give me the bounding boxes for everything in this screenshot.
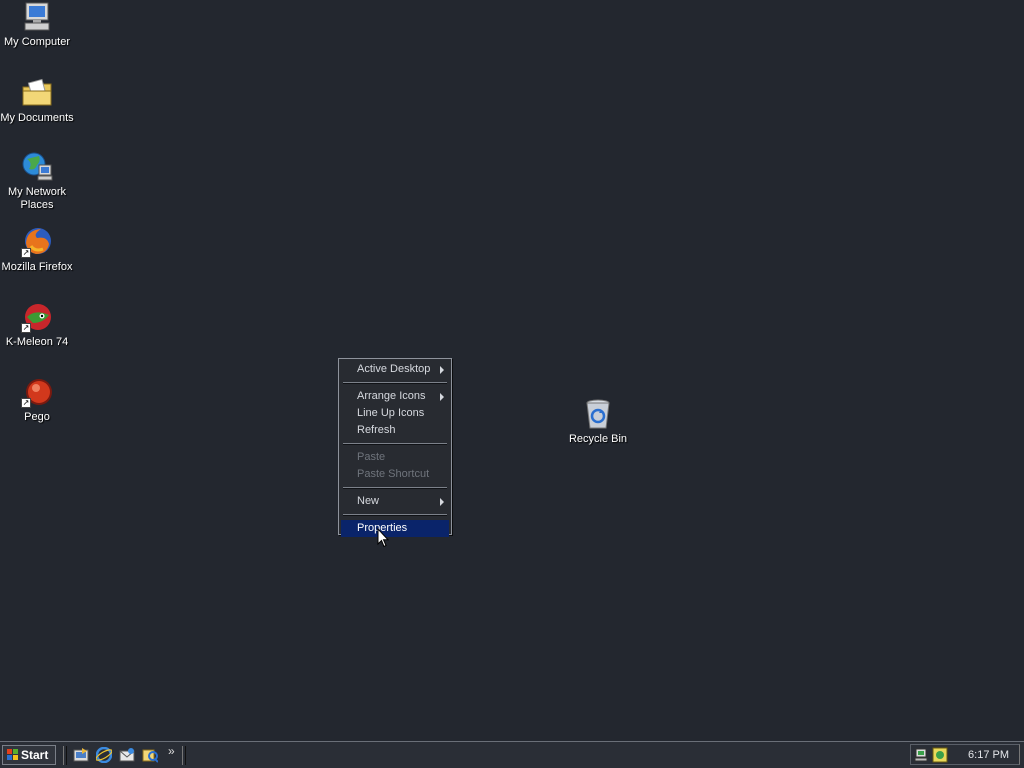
network-tray-icon[interactable] <box>914 747 930 763</box>
menu-item-label: Refresh <box>357 424 396 436</box>
menu-item-paste-shortcut: Paste Shortcut <box>341 466 449 483</box>
taskbar-grip[interactable] <box>182 746 186 765</box>
menu-item-new[interactable]: New <box>341 493 449 510</box>
desktop-icon-my-documents[interactable]: My Documents <box>0 77 74 125</box>
submenu-arrow-icon <box>440 393 444 401</box>
show-desktop-icon[interactable] <box>73 747 89 763</box>
shortcut-arrow-icon: ↗ <box>21 398 31 408</box>
media-icon[interactable] <box>142 747 159 763</box>
menu-separator <box>343 382 447 384</box>
menu-item-label: Paste <box>357 451 386 463</box>
my-computer-icon <box>21 1 53 33</box>
menu-item-paste: Paste <box>341 449 449 466</box>
menu-item-label: Paste Shortcut <box>357 468 430 480</box>
speaker-tray-icon[interactable] <box>932 747 948 763</box>
system-tray: 6:17 PM <box>910 744 1020 765</box>
desktop-icon-label: Mozilla Firefox <box>1 261 73 273</box>
desktop-icon-my-computer[interactable]: My Computer <box>0 1 74 49</box>
menu-item-active-desktop[interactable]: Active Desktop <box>341 361 449 378</box>
start-button[interactable]: Start <box>2 745 56 765</box>
internet-explorer-icon[interactable] <box>95 746 113 764</box>
menu-item-line-up-icons[interactable]: Line Up Icons <box>341 405 449 422</box>
pego-icon: ↗ <box>21 376 53 408</box>
submenu-arrow-icon <box>440 366 444 374</box>
desktop-icon-label: My Documents <box>0 112 74 124</box>
desktop-icon-label: My Network Places <box>7 186 67 211</box>
desktop-icon-network-places[interactable]: My Network Places <box>0 151 74 212</box>
menu-separator <box>343 487 447 489</box>
menu-separator <box>343 443 447 445</box>
menu-item-label: New <box>357 495 380 507</box>
menu-item-arrange-icons[interactable]: Arrange Icons <box>341 388 449 405</box>
desktop-context-menu: Active Desktop Arrange Icons Line Up Ico… <box>338 358 452 537</box>
mouse-cursor-icon <box>377 528 389 548</box>
desktop-icon-firefox[interactable]: ↗ Mozilla Firefox <box>0 226 74 274</box>
desktop-icon-label: K-Meleon 74 <box>5 336 69 348</box>
kmeleon-icon: ↗ <box>21 301 53 333</box>
taskbar: Start » 6:17 PM <box>0 741 1024 768</box>
shortcut-arrow-icon: ↗ <box>21 248 31 258</box>
network-places-icon <box>21 151 53 183</box>
my-documents-icon <box>21 77 53 109</box>
desktop-icon-recycle-bin[interactable]: Recycle Bin <box>561 398 635 446</box>
outlook-express-icon[interactable] <box>119 747 135 763</box>
taskbar-clock[interactable]: 6:17 PM <box>968 749 1009 761</box>
firefox-icon: ↗ <box>21 226 53 258</box>
menu-item-label: Arrange Icons <box>357 390 426 402</box>
windows-flag-icon <box>7 749 18 760</box>
menu-item-properties[interactable]: Properties <box>341 520 449 537</box>
desktop-icon-label: My Computer <box>3 36 71 48</box>
menu-item-refresh[interactable]: Refresh <box>341 422 449 439</box>
recycle-bin-icon <box>582 398 614 430</box>
menu-item-label: Active Desktop <box>357 363 431 375</box>
desktop-icon-label: Pego <box>24 411 50 423</box>
desktop-icon-label: Recycle Bin <box>568 433 628 445</box>
menu-separator <box>343 514 447 516</box>
submenu-arrow-icon <box>440 498 444 506</box>
desktop-icon-pego[interactable]: ↗ Pego <box>0 376 74 424</box>
desktop-icon-kmeleon[interactable]: ↗ K-Meleon 74 <box>0 301 74 349</box>
shortcut-arrow-icon: ↗ <box>21 323 31 333</box>
toolbar-grip[interactable] <box>63 746 67 765</box>
menu-item-label: Line Up Icons <box>357 407 425 419</box>
quick-launch-overflow-button[interactable]: » <box>168 744 175 758</box>
start-label: Start <box>21 748 49 762</box>
